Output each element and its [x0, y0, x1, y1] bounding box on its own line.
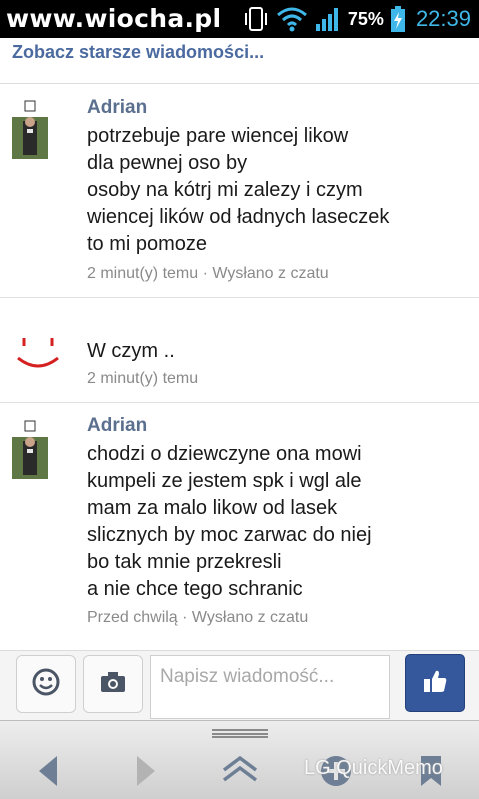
signal-icon — [314, 5, 342, 33]
smiley-avatar[interactable] — [14, 328, 64, 378]
battery-percent: 75% — [347, 8, 384, 29]
message-item: Adrian chodzi o dziewczyne ona mowi kump… — [0, 403, 479, 650]
message-line: chodzi o dziewczyne ona mowi — [87, 443, 362, 465]
navigation-bar: LG QuickMemo — [0, 720, 479, 799]
wifi-icon — [276, 5, 308, 33]
message-meta: 2 minut(y) temu · Wysłano z czatu — [87, 265, 329, 282]
message-item: Adrian potrzebuje pare wiencej likow dla… — [0, 85, 479, 298]
message-item: W czym .. 2 minut(y) temu — [0, 298, 479, 403]
vibrate-icon — [242, 5, 270, 33]
avatar[interactable] — [10, 99, 48, 159]
forward-arrow-icon — [133, 754, 159, 788]
message-line: osoby na kótrj mi zalezy i czym — [87, 179, 363, 201]
status-icons: 75% 22:39 — [242, 4, 471, 34]
smiley-icon — [31, 667, 61, 702]
message-line: W czym .. — [87, 340, 175, 362]
message-text: W czym .. — [87, 338, 175, 365]
message-line: slicznych by moc zarwac do niej — [87, 524, 372, 546]
back-button[interactable] — [30, 751, 66, 791]
sender-name[interactable]: Adrian — [87, 415, 147, 437]
home-icon — [220, 754, 260, 788]
message-text: chodzi o dziewczyne ona mowi kumpeli ze … — [87, 441, 372, 603]
message-line: potrzebuje pare wiencej likow — [87, 125, 349, 147]
message-line: a nie chce tego schranic — [87, 578, 303, 600]
back-arrow-icon — [35, 754, 61, 788]
site-watermark: www.wiocha.pl — [6, 4, 222, 33]
message-line: to mi pomoze — [87, 233, 208, 255]
message-input[interactable]: Napisz wiadomość... — [150, 655, 390, 719]
camera-button[interactable] — [83, 655, 143, 713]
message-meta: 2 minut(y) temu — [87, 370, 199, 387]
like-button[interactable] — [405, 654, 465, 712]
thumbs-up-icon — [421, 667, 449, 700]
battery-charging-icon — [390, 5, 406, 33]
message-input-placeholder: Napisz wiadomość... — [160, 666, 335, 687]
message-line: mam za malo likow od lasek — [87, 497, 338, 519]
message-text: potrzebuje pare wiencej likow dla pewnej… — [87, 123, 389, 258]
sender-name[interactable]: Adrian — [87, 97, 147, 119]
status-bar: www.wiocha.pl 75% 22:39 — [0, 0, 479, 38]
quickmemo-overlay: LG QuickMemo — [304, 757, 443, 779]
forward-button[interactable] — [128, 751, 164, 791]
message-line: dla pewnej oso by — [87, 152, 248, 174]
message-composer: Napisz wiadomość... — [0, 650, 479, 720]
avatar[interactable] — [10, 419, 48, 479]
see-older-messages-link[interactable]: Zobacz starsze wiadomości... — [12, 42, 264, 63]
home-button[interactable] — [218, 751, 262, 791]
emoji-button[interactable] — [16, 655, 76, 713]
older-messages-bar: Zobacz starsze wiadomości... — [0, 38, 479, 84]
message-line: wiencej lików od ładnych laseczek — [87, 206, 390, 228]
clock: 22:39 — [415, 6, 471, 31]
message-line: kumpeli ze jestem spk i wgl ale — [87, 470, 362, 492]
message-meta: Przed chwilą · Wysłano z czatu — [87, 609, 309, 626]
message-line: bo tak mnie przekresli — [87, 551, 282, 573]
camera-icon — [99, 670, 127, 699]
drag-handle[interactable] — [212, 729, 268, 738]
